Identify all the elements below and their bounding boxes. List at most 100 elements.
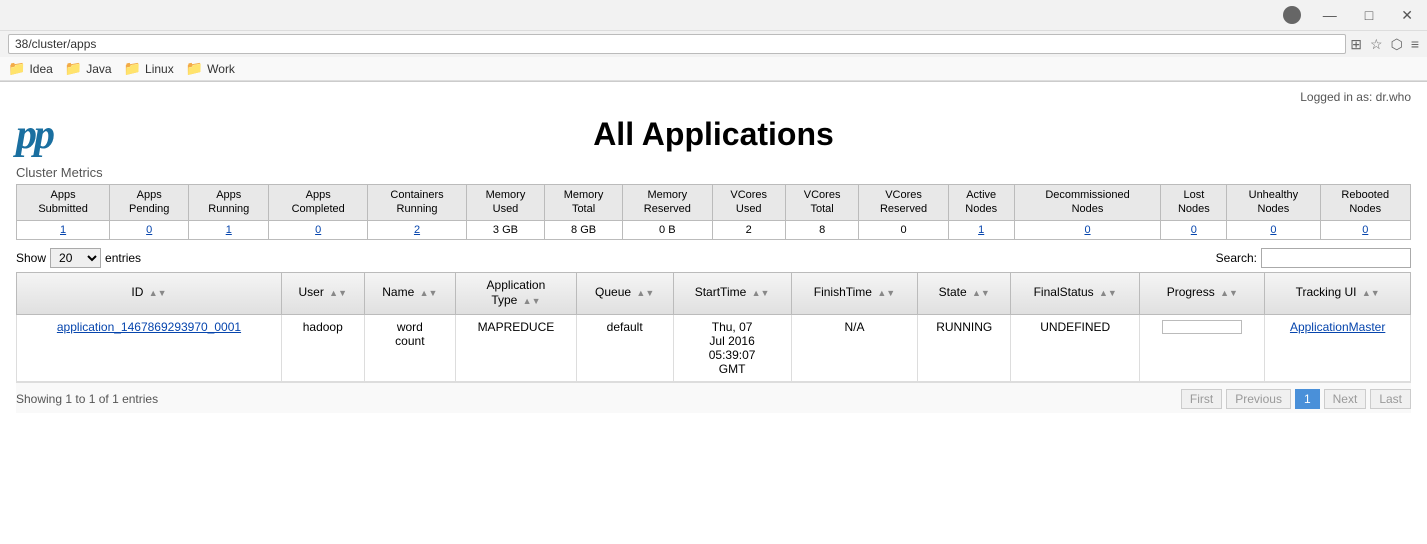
col-header-state[interactable]: State ▲▼ — [918, 272, 1011, 314]
minimize-button[interactable]: — — [1317, 5, 1343, 25]
cell-id[interactable]: application_1467869293970_0001 — [17, 314, 282, 381]
metric-header-lost-nodes: LostNodes — [1161, 185, 1227, 221]
page-1-button[interactable]: 1 — [1295, 389, 1320, 409]
show-label: Show — [16, 251, 46, 265]
bookmark-linux[interactable]: 📁 Linux — [124, 60, 174, 77]
col-header-user[interactable]: User ▲▼ — [281, 272, 364, 314]
user-avatar-icon — [1283, 6, 1301, 24]
metric-val-decommissioned-nodes[interactable]: 0 — [1014, 220, 1161, 239]
star-icon[interactable]: ☆ — [1370, 36, 1383, 53]
metric-header-vcores-used: VCoresUsed — [712, 185, 785, 221]
page-title: All Applications — [16, 116, 1411, 153]
last-page-button[interactable]: Last — [1370, 389, 1411, 409]
cell-finish-time: N/A — [791, 314, 918, 381]
col-header-final-status[interactable]: FinalStatus ▲▼ — [1011, 272, 1140, 314]
col-header-finish-time[interactable]: FinishTime ▲▼ — [791, 272, 918, 314]
bookmark-work-label: Work — [207, 62, 235, 76]
metric-header-decommissioned-nodes: DecommissionedNodes — [1014, 185, 1161, 221]
address-bar[interactable]: 38/cluster/apps — [8, 34, 1346, 54]
metric-header-apps-pending: AppsPending — [110, 185, 189, 221]
cell-state: RUNNING — [918, 314, 1011, 381]
cell-name: wordcount — [364, 314, 456, 381]
metric-header-rebooted-nodes: RebootedNodes — [1320, 185, 1411, 221]
metric-val-rebooted-nodes[interactable]: 0 — [1320, 220, 1411, 239]
metric-val-vcores-reserved: 0 — [859, 220, 948, 239]
col-header-id[interactable]: ID ▲▼ — [17, 272, 282, 314]
cluster-metrics-table: AppsSubmitted AppsPending AppsRunning Ap… — [16, 184, 1411, 240]
applications-table: ID ▲▼ User ▲▼ Name ▲▼ ApplicationType ▲▼… — [16, 272, 1411, 382]
sort-icon-progress: ▲▼ — [1220, 288, 1238, 300]
folder-icon: 📁 — [65, 60, 82, 77]
first-page-button[interactable]: First — [1181, 389, 1222, 409]
metric-header-apps-submitted: AppsSubmitted — [17, 185, 110, 221]
user-info: Logged in as: dr.who — [1300, 90, 1411, 104]
col-header-start-time[interactable]: StartTime ▲▼ — [673, 272, 791, 314]
metric-val-memory-total: 8 GB — [545, 220, 623, 239]
col-header-tracking-ui[interactable]: Tracking UI ▲▼ — [1265, 272, 1411, 314]
metric-header-unhealthy-nodes: UnhealthyNodes — [1227, 185, 1320, 221]
sort-icon-finish-time: ▲▼ — [877, 288, 895, 300]
metric-val-lost-nodes[interactable]: 0 — [1161, 220, 1227, 239]
prev-page-button[interactable]: Previous — [1226, 389, 1291, 409]
metric-header-apps-running: AppsRunning — [189, 185, 269, 221]
metric-header-containers-running: ContainersRunning — [368, 185, 467, 221]
metric-header-memory-total: MemoryTotal — [545, 185, 623, 221]
metric-val-active-nodes[interactable]: 1 — [948, 220, 1014, 239]
cell-user: hadoop — [281, 314, 364, 381]
metric-val-memory-used: 3 GB — [466, 220, 544, 239]
cell-queue: default — [576, 314, 673, 381]
cell-progress — [1140, 314, 1265, 381]
sort-icon-final-status: ▲▼ — [1099, 288, 1117, 300]
table-row: application_1467869293970_0001 hadoop wo… — [17, 314, 1411, 381]
next-page-button[interactable]: Next — [1324, 389, 1367, 409]
metric-header-memory-reserved: MemoryReserved — [623, 185, 712, 221]
folder-icon: 📁 — [8, 60, 25, 77]
col-header-progress[interactable]: Progress ▲▼ — [1140, 272, 1265, 314]
close-button[interactable]: ✕ — [1395, 5, 1419, 26]
col-header-app-type[interactable]: ApplicationType ▲▼ — [456, 272, 577, 314]
sort-icon-queue: ▲▼ — [636, 288, 654, 300]
metric-header-apps-completed: AppsCompleted — [269, 185, 368, 221]
bookmark-java[interactable]: 📁 Java — [65, 60, 112, 77]
search-input[interactable] — [1261, 248, 1411, 268]
col-header-name[interactable]: Name ▲▼ — [364, 272, 456, 314]
entries-label: entries — [105, 251, 141, 265]
show-entries-select[interactable]: 20 10 25 50 100 — [50, 248, 101, 268]
sort-icon-user: ▲▼ — [329, 288, 347, 300]
cell-final-status: UNDEFINED — [1011, 314, 1140, 381]
maximize-button[interactable]: □ — [1359, 5, 1379, 25]
metric-val-apps-running[interactable]: 1 — [189, 220, 269, 239]
metric-val-apps-completed[interactable]: 0 — [269, 220, 368, 239]
page-header: Logged in as: dr.who — [16, 82, 1411, 108]
sort-icon-name: ▲▼ — [420, 288, 438, 300]
metric-val-containers-running[interactable]: 2 — [368, 220, 467, 239]
col-header-queue[interactable]: Queue ▲▼ — [576, 272, 673, 314]
sort-icon-id: ▲▼ — [149, 288, 167, 300]
metric-val-apps-pending[interactable]: 0 — [110, 220, 189, 239]
sort-icon-start-time: ▲▼ — [752, 288, 770, 300]
metric-val-vcores-used: 2 — [712, 220, 785, 239]
bookmark-linux-label: Linux — [145, 62, 174, 76]
cell-tracking-ui[interactable]: ApplicationMaster — [1265, 314, 1411, 381]
sort-icon-app-type: ▲▼ — [523, 296, 541, 308]
metric-header-active-nodes: ActiveNodes — [948, 185, 1014, 221]
bookmarks-bar: 📁 Idea 📁 Java 📁 Linux 📁 Work — [0, 57, 1427, 81]
table-footer: Showing 1 to 1 of 1 entries First Previo… — [16, 382, 1411, 413]
metric-val-apps-submitted[interactable]: 1 — [17, 220, 110, 239]
bookmark-idea[interactable]: 📁 Idea — [8, 60, 53, 77]
cell-app-type: MAPREDUCE — [456, 314, 577, 381]
title-row: pp All Applications — [16, 108, 1411, 157]
bookmark-work[interactable]: 📁 Work — [186, 60, 235, 77]
metric-header-vcores-total: VCoresTotal — [785, 185, 858, 221]
showing-text: Showing 1 to 1 of 1 entries — [16, 392, 158, 406]
pagination: First Previous 1 Next Last — [1181, 389, 1411, 409]
metric-val-memory-reserved: 0 B — [623, 220, 712, 239]
metric-val-unhealthy-nodes[interactable]: 0 — [1227, 220, 1320, 239]
table-controls: Show 20 10 25 50 100 entries Search: — [16, 240, 1411, 272]
menu-icon[interactable]: ≡ — [1411, 36, 1419, 52]
sort-icon-state: ▲▼ — [972, 288, 990, 300]
folder-icon: 📁 — [186, 60, 203, 77]
bookmark-idea-label: Idea — [29, 62, 52, 76]
progress-bar — [1162, 320, 1242, 334]
sort-icon-tracking-ui: ▲▼ — [1362, 288, 1380, 300]
